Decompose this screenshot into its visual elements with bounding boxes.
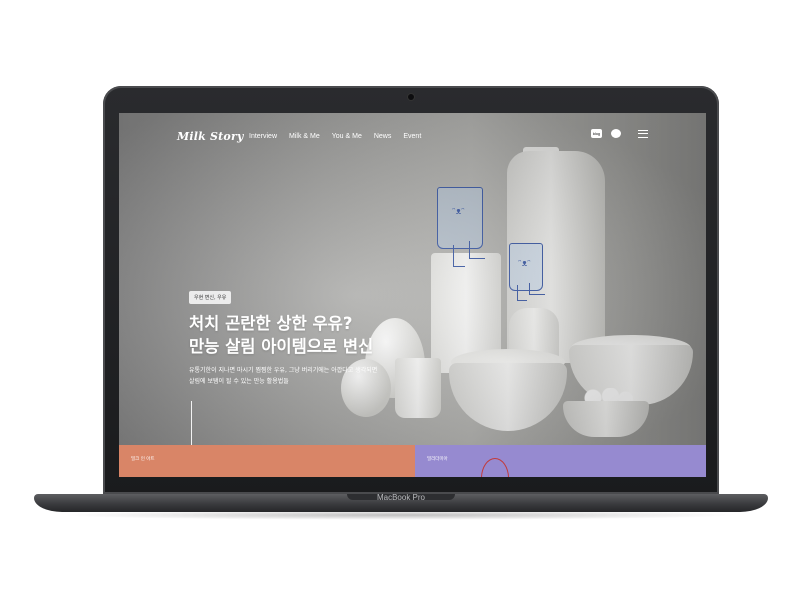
arc-decoration-icon <box>481 458 509 477</box>
nav-item-news[interactable]: News <box>374 133 392 140</box>
talk-icon[interactable] <box>611 129 621 138</box>
hero-headline-line: 처치 곤란한 상한 우유? <box>189 314 353 333</box>
panel-milk-in-art[interactable]: 밀크 인 아트 <box>119 445 415 477</box>
hero-description-line: 살림에 보탬이 될 수 있는 만능 활용법들 <box>189 378 289 385</box>
nav-item-interview[interactable]: Interview <box>249 133 277 140</box>
camera-icon <box>408 94 414 100</box>
hamburger-menu-icon[interactable] <box>638 129 648 138</box>
scroll-indicator-line <box>191 401 192 445</box>
site-navbar: Milk Story Interview Milk & Me You & Me … <box>119 113 706 163</box>
laptop-base: MacBook Pro <box>34 494 768 512</box>
panel-label: 밀크 인 아트 <box>131 457 155 462</box>
nav-icons: blog <box>591 129 648 138</box>
model-label: MacBook Pro <box>376 493 426 502</box>
panel-label: 밀리더미아 <box>427 457 448 462</box>
blog-icon[interactable]: blog <box>591 129 602 138</box>
nav-item-event[interactable]: Event <box>403 133 421 140</box>
laptop-mockup: ᵔᴥᵔ ᵔᴥᵔ Milk Story Interview Milk & Me Y… <box>0 0 800 600</box>
hero-description-line: 유통기한이 지나면 마시기 찜찜한 우유, 그냥 버리기에는 아깝다고 생각되면 <box>189 367 378 374</box>
laptop-screen: ᵔᴥᵔ ᵔᴥᵔ Milk Story Interview Milk & Me Y… <box>119 113 706 477</box>
hero-headline-line: 만능 살림 아이템으로 변신 <box>189 337 374 356</box>
main-menu: Interview Milk & Me You & Me News Event <box>249 133 421 140</box>
hero-headline[interactable]: 처치 곤란한 상한 우유? 만능 살림 아이템으로 변신 <box>189 312 373 358</box>
nav-item-you-and-me[interactable]: You & Me <box>332 133 362 140</box>
category-tag[interactable]: 우현 변신, 우유 <box>189 291 232 304</box>
panel-milkademia[interactable]: 밀리더미아 <box>415 445 706 477</box>
site-logo[interactable]: Milk Story <box>177 130 244 143</box>
nav-item-milk-and-me[interactable]: Milk & Me <box>289 133 320 140</box>
hero-description: 유통기한이 지나면 마시기 찜찜한 우유, 그냥 버리기에는 아깝다고 생각되면… <box>189 365 377 387</box>
